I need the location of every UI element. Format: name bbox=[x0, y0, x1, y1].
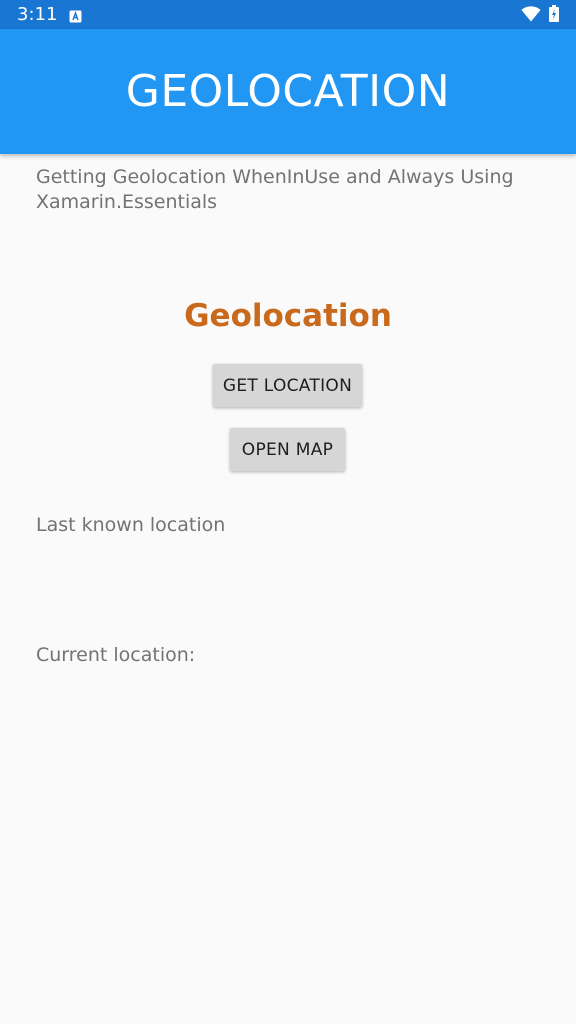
description-text: Getting Geolocation WhenInUse and Always… bbox=[36, 166, 514, 213]
status-bar: 3:11 bbox=[0, 0, 576, 29]
notification-icon bbox=[69, 8, 82, 23]
current-location-label: Current location: bbox=[36, 644, 196, 666]
open-map-button[interactable]: OPEN MAP bbox=[230, 428, 345, 471]
main-content: Getting Geolocation WhenInUse and Always… bbox=[0, 154, 576, 1024]
last-known-location-label: Last known location bbox=[36, 514, 226, 536]
section-heading: Geolocation bbox=[184, 298, 392, 334]
wifi-icon bbox=[521, 6, 541, 22]
app-title: GEOLOCATION bbox=[125, 66, 451, 117]
get-location-button[interactable]: GET LOCATION bbox=[213, 364, 362, 407]
status-time: 3:11 bbox=[17, 4, 58, 25]
app-bar: GEOLOCATION bbox=[0, 29, 576, 154]
battery-icon bbox=[549, 5, 559, 22]
